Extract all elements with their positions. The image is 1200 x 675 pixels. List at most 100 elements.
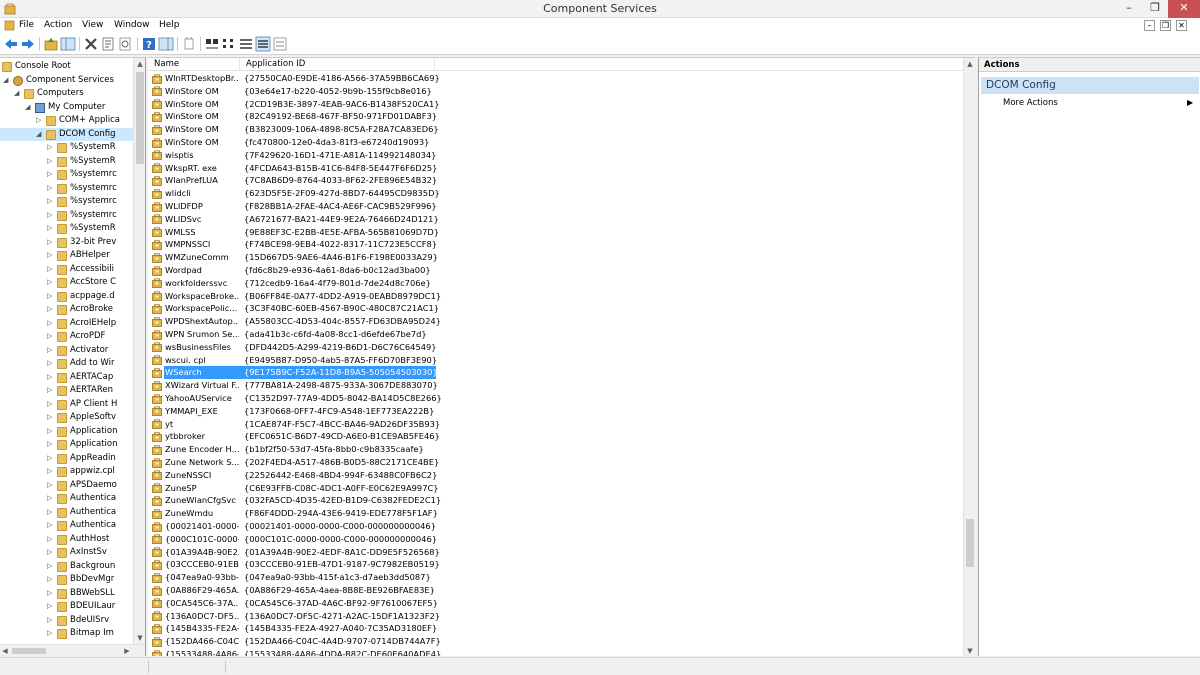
tree-node[interactable]: ▷ Bitmap Im xyxy=(0,627,133,641)
tree-node[interactable]: ▷ AcroPDF xyxy=(0,330,133,344)
menu-view[interactable]: View xyxy=(79,19,106,32)
list-row[interactable]: {0CA545C6-37A... {0CA545C6-37AD-4A6C-BF92… xyxy=(148,597,963,610)
tree-node[interactable]: ▷ AcroBroke xyxy=(0,303,133,317)
child-minimize-button[interactable]: – xyxy=(1144,20,1155,31)
list-row[interactable]: {152DA466-C04C... {152DA466-C04C-4A4D-970… xyxy=(148,635,963,648)
tree-collapsed-arrow-icon[interactable]: ▷ xyxy=(47,398,55,412)
scroll-up-arrow-icon[interactable]: ▲ xyxy=(134,58,145,70)
tree-collapsed-arrow-icon[interactable]: ▷ xyxy=(47,303,55,317)
tree-collapsed-arrow-icon[interactable]: ▷ xyxy=(47,222,55,236)
tree-collapsed-arrow-icon[interactable]: ▷ xyxy=(47,425,55,439)
tree-node[interactable]: ▷ BdeUISrv xyxy=(0,614,133,628)
child-restore-button[interactable]: ❐ xyxy=(1160,20,1171,31)
tree-node[interactable]: ▷ appwiz.cpl xyxy=(0,465,133,479)
scroll-up-arrow-icon[interactable]: ▲ xyxy=(964,58,975,70)
restore-button[interactable]: ❐ xyxy=(1142,0,1168,18)
large-icons-view-icon[interactable] xyxy=(204,36,220,52)
close-button[interactable]: ✕ xyxy=(1168,0,1200,18)
list-row[interactable]: {000C101C-0000-... {000C101C-0000-0000-C0… xyxy=(148,533,963,546)
console-tree[interactable]: Console Root ◢ Component Services ◢ Computer… xyxy=(0,57,146,656)
list-row[interactable]: WlanPrefLUA {7C8AB6D9-8764-4033-8F62-2FE8… xyxy=(148,174,963,187)
tree-node[interactable]: ▷ Add to Wir xyxy=(0,357,133,371)
properties-icon[interactable] xyxy=(100,36,116,52)
menu-help[interactable]: Help xyxy=(156,19,183,32)
scroll-left-arrow-icon[interactable]: ◀ xyxy=(0,645,10,656)
tree-collapsed-arrow-icon[interactable]: ▷ xyxy=(47,330,55,344)
list-row[interactable]: WorkspaceBroke... {B06FF84E-0A77-4DD2-A91… xyxy=(148,290,963,303)
tree-node[interactable]: ▷ %SystemR xyxy=(0,222,133,236)
small-icons-view-icon[interactable] xyxy=(221,36,237,52)
list-row[interactable]: YMMAPI_EXE {173F0668-0FF7-4FC9-A548-1EF77… xyxy=(148,405,963,418)
tree-node[interactable]: ▷ COM+ Applica xyxy=(0,114,133,128)
forward-arrow-icon[interactable] xyxy=(20,36,36,52)
list-row[interactable]: {136A0DC7-DF5... {136A0DC7-DF5C-4271-A2AC… xyxy=(148,610,963,623)
list-row[interactable]: workfolderssvc {712cedb9-16a4-4f79-801d-7… xyxy=(148,277,963,290)
scroll-thumb[interactable] xyxy=(136,72,144,164)
list-row[interactable]: WPN Srumon Se... {ada41b3c-c6fd-4a08-8cc1… xyxy=(148,328,963,341)
tree-collapsed-arrow-icon[interactable]: ▷ xyxy=(47,249,55,263)
list-row[interactable]: WMLSS {9E88EF3C-E2BB-4E5E-AFBA-565B81069D… xyxy=(148,226,963,239)
tree-node[interactable]: ▷ BDEUILaur xyxy=(0,600,133,614)
tree-collapsed-arrow-icon[interactable]: ▷ xyxy=(47,479,55,493)
list-row[interactable]: yt {1CAE874F-F5C7-4BCC-BA46-9AD26DF35B93} xyxy=(148,418,963,431)
list-row[interactable]: WlnRTDesktopBr... {27550CA0-E9DE-4186-A56… xyxy=(148,72,963,85)
list-row[interactable]: WinStore OM {fc470800-12e0-4da3-81f3-e672… xyxy=(148,136,963,149)
list-row[interactable]: Wordpad {fd6c8b29-e936-4a61-8da6-b0c12ad3… xyxy=(148,264,963,277)
tree-node[interactable]: ▷ %systemrc xyxy=(0,168,133,182)
list-row[interactable]: wisptis {7F429620-16D1-471E-A81A-11499214… xyxy=(148,149,963,162)
export-list-icon[interactable] xyxy=(272,36,288,52)
tree-node[interactable]: ▷ AppReadin xyxy=(0,452,133,466)
stop-service-icon[interactable] xyxy=(181,36,197,52)
tree-collapsed-arrow-icon[interactable]: ▷ xyxy=(47,465,55,479)
tree-collapsed-arrow-icon[interactable]: ▷ xyxy=(47,384,55,398)
list-row[interactable]: {01A39A4B-90E2... {01A39A4B-90E2-4EDF-8A1… xyxy=(148,546,963,559)
list-row[interactable]: ZuneNSSCI {22526442-E468-4BD4-994F-63488C… xyxy=(148,469,963,482)
actions-section-dcom-config[interactable]: DCOM Config xyxy=(981,77,1199,94)
list-row[interactable]: {15533488-4A86-... {15533488-4A86-4DDA-B8… xyxy=(148,648,963,656)
list-row[interactable]: {03CCCEB0-91EB... {03CCCEB0-91EB-47D1-918… xyxy=(148,558,963,571)
tree-node[interactable]: ▷ acppage.d xyxy=(0,290,133,304)
list-row[interactable]: ytbbroker {EFC0651C-B6D7-49CD-A6E0-B1CE9A… xyxy=(148,430,963,443)
tree-collapsed-arrow-icon[interactable]: ▷ xyxy=(47,533,55,547)
tree-collapsed-arrow-icon[interactable]: ▷ xyxy=(47,560,55,574)
list-row[interactable]: ZuneSP {C6E93FFB-C08C-4DC1-A0FF-E0C62E9A9… xyxy=(148,482,963,495)
tree-node[interactable]: ◢ Component Services xyxy=(0,74,133,88)
tree-collapsed-arrow-icon[interactable]: ▷ xyxy=(47,371,55,385)
list-row[interactable]: WinStore OM {2CD19B3E-3897-4EAB-9AC6-B143… xyxy=(148,98,963,111)
tree-collapsed-arrow-icon[interactable]: ▷ xyxy=(47,573,55,587)
list-row[interactable]: ZuneWlanCfgSvc {032FA5CD-4D35-42ED-B1D9-C… xyxy=(148,494,963,507)
list-row[interactable]: WMPNSSCI {F74BCE98-9EB4-4022-8317-11C723E… xyxy=(148,238,963,251)
child-close-button[interactable]: ✕ xyxy=(1176,20,1187,31)
menu-file[interactable]: File xyxy=(16,19,37,32)
tree-node[interactable]: ▷ ABHelper xyxy=(0,249,133,263)
tree-collapsed-arrow-icon[interactable]: ▷ xyxy=(47,168,55,182)
tree-vertical-scrollbar[interactable]: ▲ ▼ xyxy=(133,58,145,644)
mmc-document-icon[interactable] xyxy=(4,20,15,31)
tree-node[interactable]: ◢ Computers xyxy=(0,87,133,101)
tree-node[interactable]: ▷ Activator xyxy=(0,344,133,358)
tree-node[interactable]: ▷ APSDaemo xyxy=(0,479,133,493)
tree-node[interactable]: ▷ AuthHost xyxy=(0,533,133,547)
column-header-name[interactable]: Name xyxy=(148,58,240,71)
tree-node[interactable]: ▷ Authentica xyxy=(0,519,133,533)
list-row[interactable]: WkspRT. exe {4FCDA643-B15B-41C6-84F8-5E44… xyxy=(148,162,963,175)
tree-collapsed-arrow-icon[interactable]: ▷ xyxy=(47,195,55,209)
tree-collapsed-arrow-icon[interactable]: ▷ xyxy=(47,452,55,466)
tree-collapsed-arrow-icon[interactable]: ▷ xyxy=(47,236,55,250)
list-row[interactable]: ZuneWmdu {F86F4DDD-294A-43E6-9419-EDE778F… xyxy=(148,507,963,520)
tree-collapsed-arrow-icon[interactable]: ▷ xyxy=(47,438,55,452)
list-row[interactable]: WMZuneComm {15D667D5-9AE6-4A46-B1F6-F198E… xyxy=(148,251,963,264)
scroll-down-arrow-icon[interactable]: ▼ xyxy=(964,645,975,656)
tree-collapsed-arrow-icon[interactable]: ▷ xyxy=(47,155,55,169)
list-row[interactable]: {0A886F29-465A... {0A886F29-465A-4aea-8B8… xyxy=(148,584,963,597)
tree-collapsed-arrow-icon[interactable]: ▷ xyxy=(47,627,55,641)
tree-node[interactable]: ▷ AcroIEHelp xyxy=(0,317,133,331)
tree-node[interactable]: ▷ AppleSoftv xyxy=(0,411,133,425)
list-vertical-scrollbar[interactable]: ▲ ▼ xyxy=(963,58,975,656)
back-arrow-icon[interactable] xyxy=(3,36,19,52)
tree-collapsed-arrow-icon[interactable]: ▷ xyxy=(47,276,55,290)
more-actions-link[interactable]: More Actions xyxy=(1003,97,1058,109)
tree-node[interactable]: ▷ AERTACap xyxy=(0,371,133,385)
tree-node[interactable]: ▷ %SystemR xyxy=(0,141,133,155)
tree-collapsed-arrow-icon[interactable]: ▷ xyxy=(47,614,55,628)
